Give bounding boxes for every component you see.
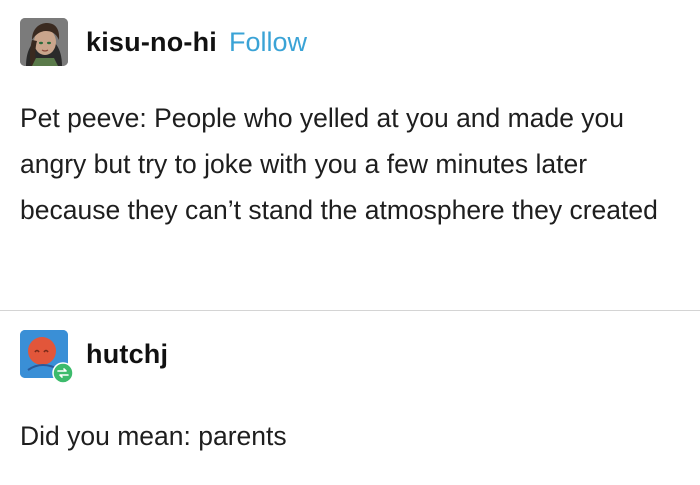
post-original: kisu-no-hi Follow Pet peeve: People who … xyxy=(0,0,700,310)
reblog-icon xyxy=(52,362,74,384)
post-header: kisu-no-hi Follow xyxy=(20,18,307,66)
username[interactable]: hutchj xyxy=(86,339,168,370)
tumblr-thread: kisu-no-hi Follow Pet peeve: People who … xyxy=(0,0,700,485)
post-header: hutchj xyxy=(20,330,168,384)
post-text: Did you mean: parents xyxy=(20,421,287,451)
follow-button[interactable]: Follow xyxy=(229,27,307,58)
post-text: Pet peeve: People who yelled at you and … xyxy=(20,103,658,225)
username[interactable]: kisu-no-hi xyxy=(86,27,217,58)
user-avatar-icon[interactable] xyxy=(20,330,74,384)
post-reply: hutchj Did you mean: parents xyxy=(0,311,700,485)
user-avatar-icon[interactable] xyxy=(20,18,68,66)
